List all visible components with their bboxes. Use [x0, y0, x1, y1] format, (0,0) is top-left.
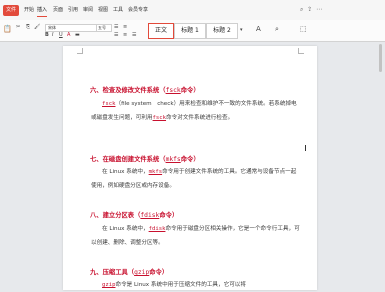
underline-icon[interactable]: U: [59, 32, 63, 38]
menu-tab-bar: 文件 开始 插入 页面 引用 审阅 视图 工具 会员专享 ⌕ ⇪ ⋯: [0, 0, 385, 21]
more-icon[interactable]: ⋯: [316, 6, 322, 13]
ribbon-toolbar: 📋 ✂ ⎘ 🖌 宋体 五号 B I U A ▬ ☰ ≡ ☰ ≡ ☰ 正文 标题 …: [0, 20, 385, 42]
margin-mark-top-left: [77, 48, 83, 54]
heading-section-9: 九、压缩工具（gzip命令）: [90, 269, 169, 276]
window-controls: ⌕ ⇪ ⋯: [300, 6, 322, 14]
align-left-icon[interactable]: ☰: [114, 32, 118, 38]
tab-tools[interactable]: 工具: [113, 5, 123, 16]
paste-icon[interactable]: 📋: [3, 25, 12, 33]
align-center-icon[interactable]: ≡: [123, 32, 127, 38]
tab-home[interactable]: 开始: [24, 5, 34, 16]
style-normal[interactable]: 正文: [148, 23, 174, 39]
align-right-icon[interactable]: ☰: [132, 32, 136, 38]
font-name-select[interactable]: 宋体: [45, 24, 97, 32]
paragraph-section-7: 在 Linux 系统中，mkfs命令用于创建文件系统的工具。它通常与设备节点一起…: [91, 169, 297, 189]
highlight-icon[interactable]: ▬: [75, 32, 80, 38]
file-menu-button[interactable]: 文件: [3, 5, 20, 16]
search-icon[interactable]: ⌕: [300, 6, 303, 13]
heading-section-8: 八、建立分区表（fdisk命令）: [90, 212, 179, 219]
heading-section-7: 七、在磁盘创建文件系统（mkfs命令）: [90, 156, 200, 163]
tab-review[interactable]: 审阅: [83, 5, 93, 16]
format-painter-icon[interactable]: 🖌: [34, 24, 40, 30]
font-size-select[interactable]: 五号: [96, 24, 112, 32]
tab-view[interactable]: 视图: [98, 5, 108, 16]
document-page[interactable]: 六、检查及修改文件系统（fsck命令） fsck（file system che…: [63, 46, 317, 290]
copy-icon[interactable]: ⎘: [26, 24, 30, 30]
font-color-icon[interactable]: A: [67, 32, 70, 38]
tab-reference[interactable]: 引用: [68, 5, 78, 16]
numbered-list-icon[interactable]: ≡: [123, 24, 127, 30]
margin-mark-top-right: [298, 48, 304, 54]
text-style-icon[interactable]: A: [256, 25, 261, 33]
bullet-list-icon[interactable]: ☰: [114, 24, 118, 30]
style-heading-1[interactable]: 标题 1: [174, 23, 206, 39]
select-icon[interactable]: ⬚: [300, 25, 307, 33]
bold-icon[interactable]: B: [45, 32, 49, 38]
italic-icon[interactable]: I: [52, 32, 53, 38]
style-heading-2[interactable]: 标题 2: [206, 23, 238, 39]
paragraph-section-6: fsck（file system check）用来检查和维护不一致的文件系统。若…: [91, 101, 297, 121]
styles-more-icon[interactable]: ▾: [240, 27, 243, 33]
tab-member[interactable]: 会员专享: [128, 5, 148, 16]
paragraph-section-8: 在 Linux 系统中，fdisk命令用于磁盘分区相关操作，它是一个命令行工具，…: [91, 226, 300, 246]
vertical-scrollbar[interactable]: [379, 44, 382, 72]
tab-page[interactable]: 页面: [53, 5, 63, 16]
cut-icon[interactable]: ✂: [16, 24, 20, 30]
find-replace-icon[interactable]: ⌕: [275, 25, 279, 34]
text-cursor: [305, 145, 306, 151]
share-icon[interactable]: ⇪: [307, 6, 312, 13]
heading-section-6: 六、检查及修改文件系统（fsck命令）: [90, 87, 200, 94]
tab-insert[interactable]: 插入: [37, 5, 48, 17]
